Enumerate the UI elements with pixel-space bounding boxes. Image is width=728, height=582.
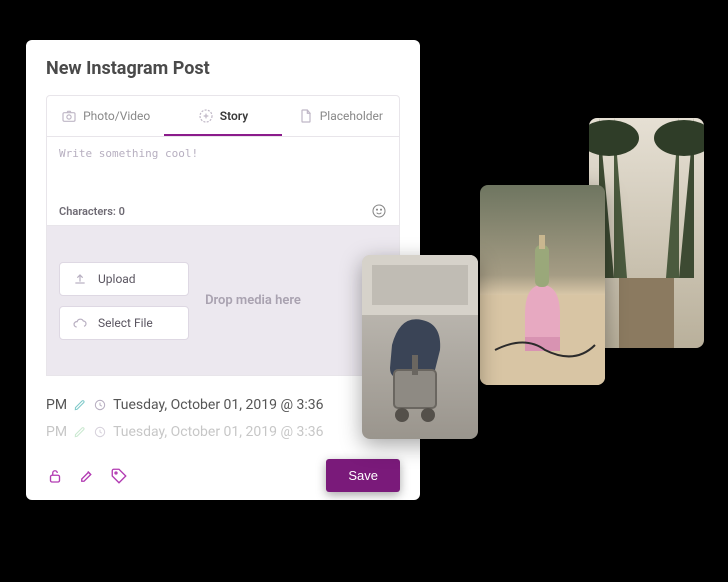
footer-icons bbox=[46, 467, 128, 485]
upload-button[interactable]: Upload bbox=[59, 262, 189, 296]
schedule-row: PM Tuesday, October 01, 2019 @ 3:36 bbox=[46, 419, 400, 446]
card-footer: Save bbox=[46, 459, 400, 492]
emoji-picker-button[interactable] bbox=[371, 203, 387, 219]
schedule-list: PM Tuesday, October 01, 2019 @ 3:36 PM T… bbox=[46, 392, 400, 445]
clock-icon bbox=[93, 398, 107, 412]
tab-photo-video[interactable]: Photo/Video bbox=[47, 96, 164, 136]
dropzone-hint: Drop media here bbox=[205, 293, 301, 308]
select-file-button[interactable]: Select File bbox=[59, 306, 189, 340]
save-button[interactable]: Save bbox=[326, 459, 400, 492]
preview-image-2 bbox=[480, 185, 605, 385]
tab-placeholder[interactable]: Placeholder bbox=[282, 96, 399, 136]
preview-image-1 bbox=[362, 255, 478, 439]
file-icon bbox=[298, 108, 314, 124]
media-dropzone[interactable]: Upload Select File Drop media here bbox=[46, 226, 400, 376]
pencil-icon[interactable] bbox=[73, 425, 87, 439]
preview-image-3 bbox=[589, 118, 704, 348]
tab-label: Story bbox=[220, 109, 248, 123]
post-type-tabs: Photo/Video Story Placeholder bbox=[46, 95, 400, 137]
upload-icon bbox=[72, 271, 88, 287]
button-label: Select File bbox=[98, 316, 153, 330]
plus-circle-icon bbox=[198, 108, 214, 124]
schedule-prefix: PM bbox=[46, 392, 67, 419]
schedule-row: PM Tuesday, October 01, 2019 @ 3:36 bbox=[46, 392, 400, 419]
camera-icon bbox=[61, 108, 77, 124]
edit-icon[interactable] bbox=[78, 467, 96, 485]
caption-input[interactable] bbox=[59, 147, 387, 181]
pencil-icon[interactable] bbox=[73, 398, 87, 412]
clock-icon bbox=[93, 425, 107, 439]
page-title: New Instagram Post bbox=[46, 58, 400, 79]
schedule-text: Tuesday, October 01, 2019 @ 3:36 bbox=[113, 392, 323, 419]
new-post-card: New Instagram Post Photo/Video Story Pla… bbox=[26, 40, 420, 500]
tab-label: Photo/Video bbox=[83, 109, 150, 123]
composer: Characters: 0 bbox=[46, 137, 400, 226]
schedule-text: Tuesday, October 01, 2019 @ 3:36 bbox=[113, 419, 323, 446]
tag-icon[interactable] bbox=[110, 467, 128, 485]
schedule-prefix: PM bbox=[46, 419, 67, 446]
tab-story[interactable]: Story bbox=[164, 96, 281, 136]
button-label: Upload bbox=[98, 272, 136, 286]
tab-label: Placeholder bbox=[320, 109, 383, 123]
character-count: Characters: 0 bbox=[59, 205, 125, 218]
lock-icon[interactable] bbox=[46, 467, 64, 485]
cloud-icon bbox=[72, 315, 88, 331]
